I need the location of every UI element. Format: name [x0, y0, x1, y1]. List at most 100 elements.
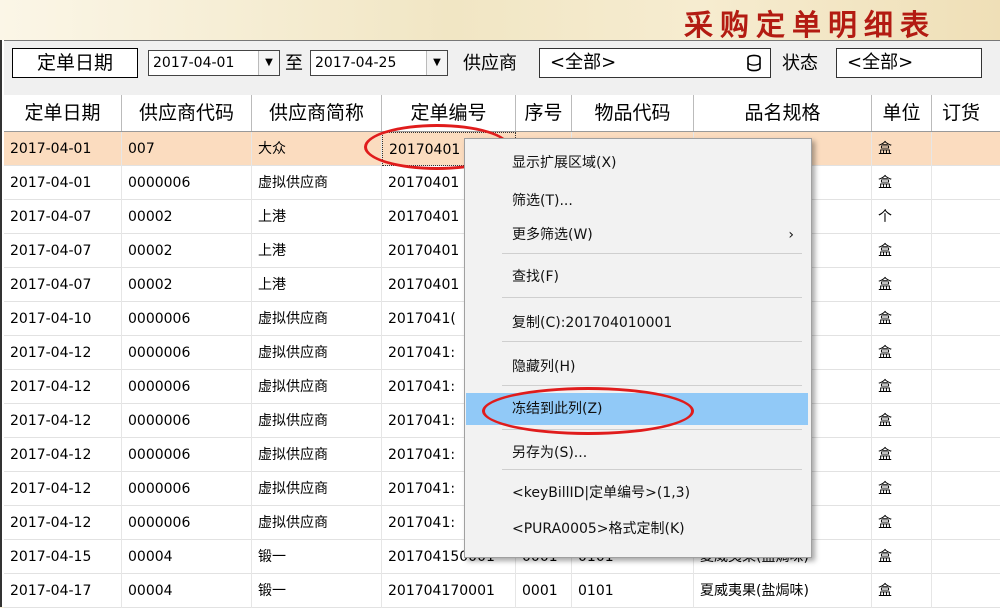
cell-supplier-name[interactable]: 虚拟供应商 — [252, 302, 382, 336]
cell-supplier-name[interactable]: 虚拟供应商 — [252, 370, 382, 404]
dropdown-arrow-icon[interactable]: ▼ — [258, 51, 279, 75]
cell-unit[interactable]: 盒 — [872, 268, 932, 302]
cell-order-qty[interactable] — [932, 234, 1000, 268]
column-header-unit[interactable]: 单位 — [872, 95, 932, 131]
cell-supplier-name[interactable]: 虚拟供应商 — [252, 506, 382, 540]
cell-order-date[interactable]: 2017-04-07 — [4, 234, 122, 268]
menu-item-more-filters[interactable]: 更多筛选(W) › — [466, 219, 808, 251]
cell-order-date[interactable]: 2017-04-12 — [4, 506, 122, 540]
cell-unit[interactable]: 盒 — [872, 166, 932, 200]
cell-order-date[interactable]: 2017-04-17 — [4, 574, 122, 608]
cell-order-date[interactable]: 2017-04-01 — [4, 166, 122, 200]
cell-unit[interactable]: 盒 — [872, 438, 932, 472]
cell-order-date[interactable]: 2017-04-07 — [4, 268, 122, 302]
cell-supplier-name[interactable]: 虚拟供应商 — [252, 166, 382, 200]
supplier-label: 供应商 — [463, 53, 517, 74]
cell-unit[interactable]: 盒 — [872, 336, 932, 370]
cell-order-qty[interactable] — [932, 132, 1000, 166]
cell-order-date[interactable]: 2017-04-12 — [4, 438, 122, 472]
cell-order-qty[interactable] — [932, 404, 1000, 438]
cell-supplier-name[interactable]: 锻一 — [252, 540, 382, 574]
cell-order-date[interactable]: 2017-04-07 — [4, 200, 122, 234]
cell-supplier-code[interactable]: 0000006 — [122, 472, 252, 506]
cell-supplier-name[interactable]: 虚拟供应商 — [252, 404, 382, 438]
cell-unit[interactable]: 盒 — [872, 132, 932, 166]
menu-item-show-extended[interactable]: 显示扩展区域(X) — [466, 147, 808, 179]
cell-unit[interactable]: 盒 — [872, 234, 932, 268]
menu-item-key-bill-id[interactable]: <keyBillID|定单编号>(1,3) — [466, 477, 808, 509]
cell-supplier-name[interactable]: 大众 — [252, 132, 382, 166]
cell-supplier-code[interactable]: 0000006 — [122, 438, 252, 472]
cell-supplier-name[interactable]: 上港 — [252, 268, 382, 302]
menu-item-copy[interactable]: 复制(C):201704010001 — [466, 307, 808, 339]
cell-supplier-code[interactable]: 0000006 — [122, 370, 252, 404]
cell-supplier-code[interactable]: 0000006 — [122, 336, 252, 370]
cell-supplier-code[interactable]: 0000006 — [122, 404, 252, 438]
cell-order-date[interactable]: 2017-04-01 — [4, 132, 122, 166]
cell-supplier-code[interactable]: 007 — [122, 132, 252, 166]
cell-order-date[interactable]: 2017-04-12 — [4, 472, 122, 506]
cell-order-date[interactable]: 2017-04-15 — [4, 540, 122, 574]
cell-unit[interactable]: 盒 — [872, 472, 932, 506]
menu-item-hide-column[interactable]: 隐藏列(H) — [466, 351, 808, 383]
column-header-item-code[interactable]: 物品代码 — [572, 95, 694, 131]
cell-order-qty[interactable] — [932, 506, 1000, 540]
cell-supplier-name[interactable]: 上港 — [252, 200, 382, 234]
cell-unit[interactable]: 盒 — [872, 574, 932, 608]
cell-order-date[interactable]: 2017-04-12 — [4, 370, 122, 404]
menu-item-save-as[interactable]: 另存为(S)... — [466, 437, 808, 469]
cell-spec[interactable]: 夏威夷果(盐焗味) — [694, 574, 872, 608]
cell-supplier-code[interactable]: 0000006 — [122, 506, 252, 540]
dropdown-arrow-icon[interactable]: ▼ — [426, 51, 447, 75]
cell-order-date[interactable]: 2017-04-10 — [4, 302, 122, 336]
cell-supplier-code[interactable]: 00002 — [122, 234, 252, 268]
cell-supplier-name[interactable]: 锻一 — [252, 574, 382, 608]
menu-item-filter[interactable]: 筛选(T)... — [466, 185, 808, 217]
cell-order-qty[interactable] — [932, 540, 1000, 574]
cell-supplier-code[interactable]: 00002 — [122, 268, 252, 302]
cell-order-qty[interactable] — [932, 438, 1000, 472]
column-header-supplier-name[interactable]: 供应商简称 — [252, 95, 382, 131]
cell-supplier-code[interactable]: 00002 — [122, 200, 252, 234]
date-from-picker[interactable]: 2017-04-01 ▼ — [148, 50, 280, 76]
cell-unit[interactable]: 盒 — [872, 404, 932, 438]
cell-order-date[interactable]: 2017-04-12 — [4, 336, 122, 370]
status-select[interactable]: <全部> — [836, 48, 982, 78]
cell-order-date[interactable]: 2017-04-12 — [4, 404, 122, 438]
column-header-spec[interactable]: 品名规格 — [694, 95, 872, 131]
cell-supplier-name[interactable]: 虚拟供应商 — [252, 472, 382, 506]
cell-order-qty[interactable] — [932, 574, 1000, 608]
cell-supplier-name[interactable]: 虚拟供应商 — [252, 336, 382, 370]
cell-order-qty[interactable] — [932, 200, 1000, 234]
cell-seq[interactable]: 0001 — [516, 574, 572, 608]
cell-supplier-name[interactable]: 虚拟供应商 — [252, 438, 382, 472]
cell-unit[interactable]: 个 — [872, 200, 932, 234]
cell-supplier-code[interactable]: 00004 — [122, 540, 252, 574]
column-header-supplier-code[interactable]: 供应商代码 — [122, 95, 252, 131]
cell-order-qty[interactable] — [932, 166, 1000, 200]
column-header-order-date[interactable]: 定单日期 — [4, 95, 122, 131]
cell-unit[interactable]: 盒 — [872, 540, 932, 574]
menu-item-find[interactable]: 查找(F) — [466, 261, 808, 293]
menu-item-format-custom[interactable]: <PURA0005>格式定制(K) — [466, 513, 808, 545]
cell-supplier-code[interactable]: 0000006 — [122, 166, 252, 200]
cell-item-code[interactable]: 0101 — [572, 574, 694, 608]
date-to-picker[interactable]: 2017-04-25 ▼ — [310, 50, 448, 76]
column-header-order-qty[interactable]: 订货 — [932, 95, 1000, 131]
column-header-seq[interactable]: 序号 — [516, 95, 572, 131]
cell-order-qty[interactable] — [932, 336, 1000, 370]
cell-order-number[interactable]: 201704170001 — [382, 574, 516, 608]
cell-unit[interactable]: 盒 — [872, 370, 932, 404]
cell-order-qty[interactable] — [932, 302, 1000, 336]
cell-supplier-code[interactable]: 0000006 — [122, 302, 252, 336]
table-row[interactable]: 2017-04-17 00004 锻一 201704170001 0001 0101 夏威夷… — [4, 574, 1000, 608]
database-icon[interactable] — [746, 54, 762, 72]
cell-supplier-code[interactable]: 00004 — [122, 574, 252, 608]
cell-unit[interactable]: 盒 — [872, 506, 932, 540]
cell-order-qty[interactable] — [932, 472, 1000, 506]
cell-unit[interactable]: 盒 — [872, 302, 932, 336]
supplier-select[interactable]: <全部> — [539, 48, 771, 78]
cell-order-qty[interactable] — [932, 268, 1000, 302]
cell-order-qty[interactable] — [932, 370, 1000, 404]
cell-supplier-name[interactable]: 上港 — [252, 234, 382, 268]
